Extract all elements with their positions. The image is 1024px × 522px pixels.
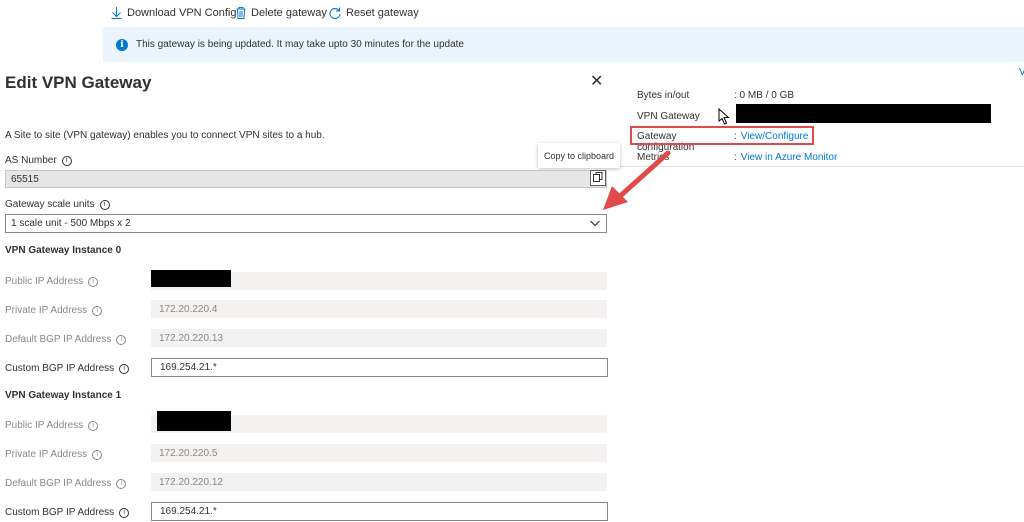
instance-0-private-ip-value: 172.20.220.4 [159,303,218,315]
redacted-instance-0-public-ip [151,270,231,287]
redacted-vpn-gateway-name [736,104,991,123]
info-icon[interactable]: i [99,199,110,210]
command-bar: Download VPN Config Delete gateway Reset… [0,0,1024,28]
overview-divider [620,166,1024,167]
instance-1-private-ip-value: 172.20.220.5 [159,447,218,459]
as-number-value: 65515 [11,173,39,185]
info-icon: i [116,38,128,51]
instance-0-custom-bgp-label-text: Custom BGP IP Address [5,363,115,374]
as-number-label-text: AS Number [5,155,57,166]
instance-1-default-bgp-value: 172.20.220.12 [159,476,223,488]
instance-1-public-ip-label: Public IP Address i [5,420,99,431]
view-in-azure-monitor-link[interactable]: View in Azure Monitor [741,152,838,163]
info-banner: i This gateway is being updated. It may … [103,27,1024,62]
gateway-configuration-highlight [630,126,814,145]
instance-1-public-ip-label-text: Public IP Address [5,420,84,431]
info-icon[interactable]: i [88,276,99,287]
instance-0-private-ip-label: Private IP Address i [5,305,103,316]
instance-0-custom-bgp-input[interactable]: 169.254.21.* [151,358,608,377]
download-vpn-config-label: Download VPN Config [127,7,237,19]
instance-0-heading: VPN Gateway Instance 0 [5,245,122,256]
gateway-scale-units-label-text: Gateway scale units [5,199,95,210]
bytes-in-out-label: Bytes in/out [637,90,690,101]
instance-1-private-ip-label-text: Private IP Address [5,449,88,460]
bytes-in-out-value: : 0 MB / 0 GB [734,90,795,101]
delete-gateway-button[interactable]: Delete gateway [236,7,327,19]
instance-1-custom-bgp-label: Custom BGP IP Address i [5,507,130,518]
instance-1-private-ip-field: 172.20.220.5 [151,444,607,462]
as-number-label: AS Number i [5,155,72,166]
trash-icon [236,7,246,19]
info-banner-text: This gateway is being updated. It may ta… [136,39,464,50]
instance-0-public-ip-label: Public IP Address i [5,276,99,287]
gateway-scale-units-label: Gateway scale units i [5,199,110,210]
instance-0-default-bgp-value: 172.20.220.13 [159,332,223,344]
gateway-scale-units-value: 1 scale unit - 500 Mbps x 2 [11,218,131,229]
overview-truncated-link[interactable]: V [1019,67,1024,78]
instance-0-private-ip-label-text: Private IP Address [5,305,88,316]
redacted-instance-1-public-ip [157,411,231,431]
info-icon[interactable]: i [61,155,72,166]
info-icon[interactable]: i [116,478,127,489]
instance-1-default-bgp-label-text: Default BGP IP Address [5,478,112,489]
instance-0-custom-bgp-value: 169.254.21.* [160,362,217,373]
as-number-field: 65515 [5,170,607,188]
instance-0-default-bgp-label: Default BGP IP Address i [5,334,127,345]
bytes-in-out-row: Bytes in/out : 0 MB / 0 GB [637,90,794,101]
instance-0-private-ip-field: 172.20.220.4 [151,300,607,318]
instance-0-custom-bgp-label: Custom BGP IP Address i [5,363,130,374]
metrics-separator: : [734,152,737,163]
instance-1-custom-bgp-input[interactable]: 169.254.21.* [151,502,608,521]
instance-1-custom-bgp-label-text: Custom BGP IP Address [5,507,115,518]
gateway-scale-units-dropdown[interactable]: 1 scale unit - 500 Mbps x 2 [5,214,607,233]
instance-1-custom-bgp-value: 169.254.21.* [160,506,217,517]
instance-1-private-ip-label: Private IP Address i [5,449,103,460]
instance-1-default-bgp-field: 172.20.220.12 [151,473,607,491]
instance-1-heading: VPN Gateway Instance 1 [5,390,122,401]
download-icon [111,7,122,19]
info-icon[interactable]: i [92,449,103,460]
info-icon[interactable]: i [116,334,127,345]
instance-1-default-bgp-label: Default BGP IP Address i [5,478,127,489]
panel-description: A Site to site (VPN gateway) enables you… [5,130,325,141]
download-vpn-config-button[interactable]: Download VPN Config [111,7,236,19]
reset-gateway-label: Reset gateway [346,7,419,19]
instance-0-public-ip-label-text: Public IP Address [5,276,84,287]
instance-0-default-bgp-field: 172.20.220.13 [151,329,607,347]
pointer-cursor-icon [718,107,730,128]
red-arrow-icon [600,150,672,217]
chevron-down-icon [589,217,601,232]
refresh-icon [329,7,341,19]
info-icon[interactable]: i [92,305,103,316]
info-icon[interactable]: i [119,363,130,374]
panel-title: Edit VPN Gateway [5,73,152,92]
delete-gateway-label: Delete gateway [251,7,327,19]
reset-gateway-button[interactable]: Reset gateway [329,7,419,19]
close-icon[interactable]: ✕ [590,74,603,90]
instance-0-default-bgp-label-text: Default BGP IP Address [5,334,112,345]
info-icon[interactable]: i [119,507,130,518]
info-icon[interactable]: i [88,420,99,431]
